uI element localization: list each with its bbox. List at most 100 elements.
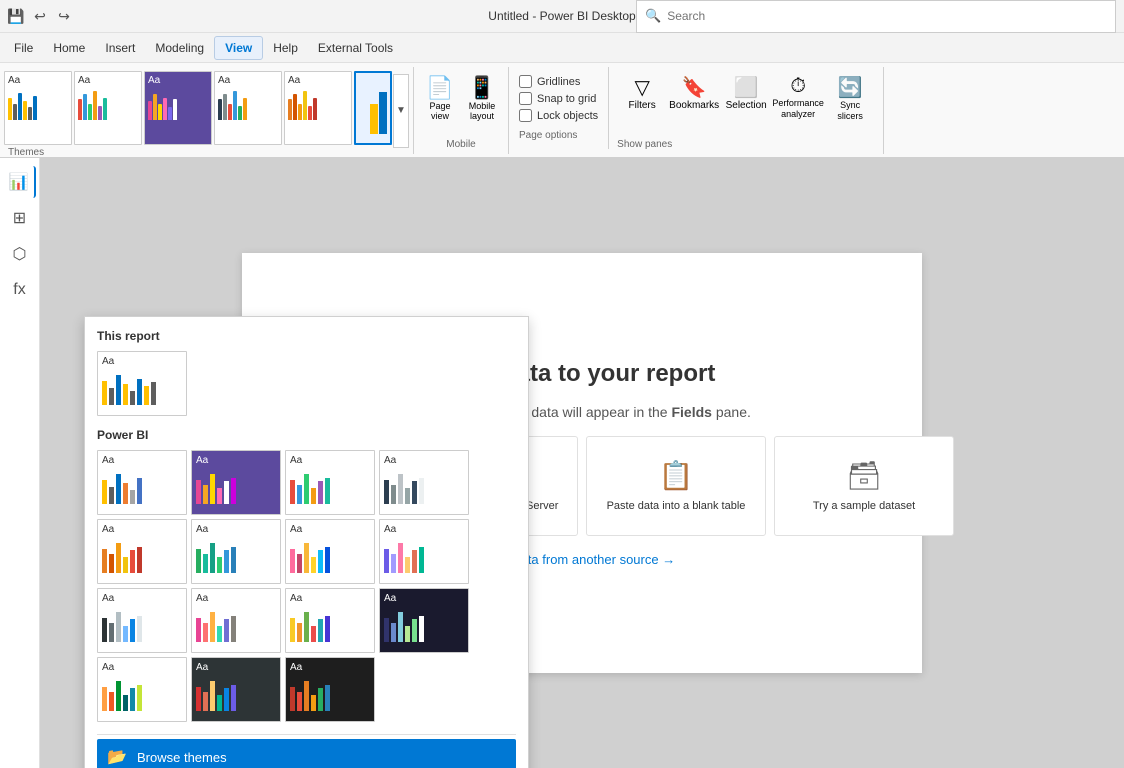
left-sidebar: 📊 ⊞ ⬡ fx bbox=[0, 158, 40, 768]
sync-slicers-icon: 🔄 bbox=[838, 75, 863, 100]
theme-swatch-1[interactable]: Aa bbox=[4, 71, 72, 145]
selection-label: Selection bbox=[726, 100, 767, 111]
pbi-theme-3[interactable]: Aa bbox=[285, 450, 375, 515]
window-title: Untitled - Power BI Desktop bbox=[488, 9, 635, 23]
pbi-theme-10[interactable]: Aa bbox=[191, 588, 281, 653]
gridlines-checkbox[interactable] bbox=[519, 75, 532, 88]
pbi-theme-7[interactable]: Aa bbox=[285, 519, 375, 584]
page-options-label: Page options bbox=[519, 130, 598, 141]
bookmarks-icon: 🔖 bbox=[682, 75, 707, 100]
pbi-theme-14[interactable]: Aa bbox=[191, 657, 281, 722]
title-bar-left: 💾 ↩ ↪ bbox=[8, 8, 72, 24]
gridlines-row: Gridlines bbox=[519, 75, 598, 88]
theme-swatch-4[interactable]: Aa bbox=[214, 71, 282, 145]
theme-swatch-5[interactable]: Aa bbox=[284, 71, 352, 145]
selection-btn[interactable]: ⬜ Selection bbox=[721, 71, 771, 126]
blank-table-btn[interactable]: 📋 Paste data into a blank table bbox=[586, 436, 766, 536]
model-view-icon[interactable]: ⬡ bbox=[4, 238, 36, 270]
pbi-theme-6[interactable]: Aa bbox=[191, 519, 281, 584]
sample-label: Try a sample dataset bbox=[813, 500, 915, 512]
canvas-subtitle-end: pane. bbox=[716, 404, 751, 420]
filters-label: Filters bbox=[629, 100, 656, 111]
swatch-label-4: Aa bbox=[218, 75, 278, 86]
save-icon[interactable]: 💾 bbox=[8, 8, 24, 24]
report-view-icon[interactable]: 📊 bbox=[4, 166, 36, 198]
this-report-title: This report bbox=[97, 329, 516, 343]
page-view-icon: 📄 bbox=[426, 75, 453, 101]
canvas-area: Add data to your report Once loaded, you… bbox=[40, 158, 1124, 768]
sync-slicers-label: Syncslicers bbox=[837, 100, 863, 122]
dax-icon[interactable]: fx bbox=[4, 274, 36, 306]
ribbon: Aa Aa bbox=[0, 63, 1124, 158]
theme-item-label: Aa bbox=[102, 356, 182, 367]
search-container: 🔍 bbox=[636, 0, 1116, 33]
filters-icon: ▽ bbox=[634, 75, 649, 100]
theme-chevron-btn[interactable]: ▼ bbox=[393, 74, 409, 148]
sample-icon: 🗃 bbox=[846, 459, 882, 492]
dropdown-divider-1 bbox=[97, 734, 516, 735]
browse-themes-icon: 📂 bbox=[107, 747, 127, 767]
filters-btn[interactable]: ▽ Filters bbox=[617, 71, 667, 126]
mobile-label: Mobilelayout bbox=[469, 101, 496, 121]
selection-icon: ⬜ bbox=[734, 75, 759, 100]
menu-help[interactable]: Help bbox=[263, 37, 308, 59]
menu-view[interactable]: View bbox=[214, 36, 263, 60]
pbi-theme-11[interactable]: Aa bbox=[285, 588, 375, 653]
undo-icon[interactable]: ↩ bbox=[32, 8, 48, 24]
swatch-label-3: Aa bbox=[148, 75, 208, 86]
lock-objects-row: Lock objects bbox=[519, 109, 598, 122]
pbi-theme-9[interactable]: Aa bbox=[97, 588, 187, 653]
table-view-icon[interactable]: ⊞ bbox=[4, 202, 36, 234]
this-report-theme-1[interactable]: Aa bbox=[97, 351, 187, 416]
bookmarks-btn[interactable]: 🔖 Bookmarks bbox=[669, 71, 719, 126]
lock-objects-label: Lock objects bbox=[537, 110, 598, 122]
pbi-theme-4[interactable]: Aa bbox=[379, 450, 469, 515]
power-bi-themes: Aa Aa Aa Aa bbox=[97, 450, 516, 722]
show-panes-group: ▽ Filters 🔖 Bookmarks ⬜ Selection ⏱ Perf… bbox=[609, 67, 884, 154]
pane-buttons: ▽ Filters 🔖 Bookmarks ⬜ Selection ⏱ Perf… bbox=[617, 71, 875, 126]
pbi-theme-8[interactable]: Aa bbox=[379, 519, 469, 584]
title-bar: 💾 ↩ ↪ Untitled - Power BI Desktop 🔍 bbox=[0, 0, 1124, 33]
swatch-label-2: Aa bbox=[78, 75, 138, 86]
menu-file[interactable]: File bbox=[4, 37, 43, 59]
page-view-buttons: 📄 Pageview 📱 Mobilelayout bbox=[420, 71, 502, 125]
search-input[interactable] bbox=[667, 9, 1107, 23]
pbi-theme-5[interactable]: Aa bbox=[97, 519, 187, 584]
pbi-theme-13[interactable]: Aa bbox=[97, 657, 187, 722]
page-options-group: Gridlines Snap to grid Lock objects Page… bbox=[509, 67, 609, 149]
this-report-themes: Aa bbox=[97, 351, 516, 416]
redo-icon[interactable]: ↪ bbox=[56, 8, 72, 24]
pbi-theme-12[interactable]: Aa bbox=[379, 588, 469, 653]
theme-item-bars bbox=[102, 370, 182, 405]
menu-home[interactable]: Home bbox=[43, 37, 95, 59]
swatch-bars-3 bbox=[148, 88, 208, 120]
sync-slicers-btn[interactable]: 🔄 Syncslicers bbox=[825, 71, 875, 126]
pbi-theme-2[interactable]: Aa bbox=[191, 450, 281, 515]
page-view-group: 📄 Pageview 📱 Mobilelayout Mobile bbox=[414, 67, 509, 154]
blank-table-icon: 📋 bbox=[659, 459, 694, 492]
performance-icon: ⏱ bbox=[790, 75, 806, 98]
swatch-bars-1 bbox=[8, 88, 68, 120]
swatch-bars-4 bbox=[218, 88, 278, 120]
menu-external-tools[interactable]: External Tools bbox=[308, 37, 403, 59]
theme-swatch-3[interactable]: Aa bbox=[144, 71, 212, 145]
mobile-layout-btn[interactable]: 📱 Mobilelayout bbox=[462, 71, 502, 125]
theme-swatch-2[interactable]: Aa bbox=[74, 71, 142, 145]
menu-insert[interactable]: Insert bbox=[95, 37, 145, 59]
main-area: 📊 ⊞ ⬡ fx Add data to your report Once lo… bbox=[0, 158, 1124, 768]
sample-dataset-btn[interactable]: 🗃 Try a sample dataset bbox=[774, 436, 954, 536]
pbi-theme-1[interactable]: Aa bbox=[97, 450, 187, 515]
performance-btn[interactable]: ⏱ Performanceanalyzer bbox=[773, 71, 823, 126]
browse-themes-action[interactable]: 📂 Browse themes bbox=[97, 739, 516, 768]
theme-swatch-6[interactable] bbox=[354, 71, 392, 145]
lock-objects-checkbox[interactable] bbox=[519, 109, 532, 122]
show-panes-label: Show panes bbox=[617, 139, 875, 150]
browse-themes-label: Browse themes bbox=[137, 750, 227, 765]
mobile-group-label: Mobile bbox=[446, 139, 475, 150]
menu-bar: File Home Insert Modeling View Help Exte… bbox=[0, 33, 1124, 63]
snap-to-grid-checkbox[interactable] bbox=[519, 92, 532, 105]
pbi-theme-15[interactable]: Aa bbox=[285, 657, 375, 722]
page-view-btn[interactable]: 📄 Pageview bbox=[420, 71, 460, 125]
power-bi-title: Power BI bbox=[97, 428, 516, 442]
menu-modeling[interactable]: Modeling bbox=[145, 37, 214, 59]
